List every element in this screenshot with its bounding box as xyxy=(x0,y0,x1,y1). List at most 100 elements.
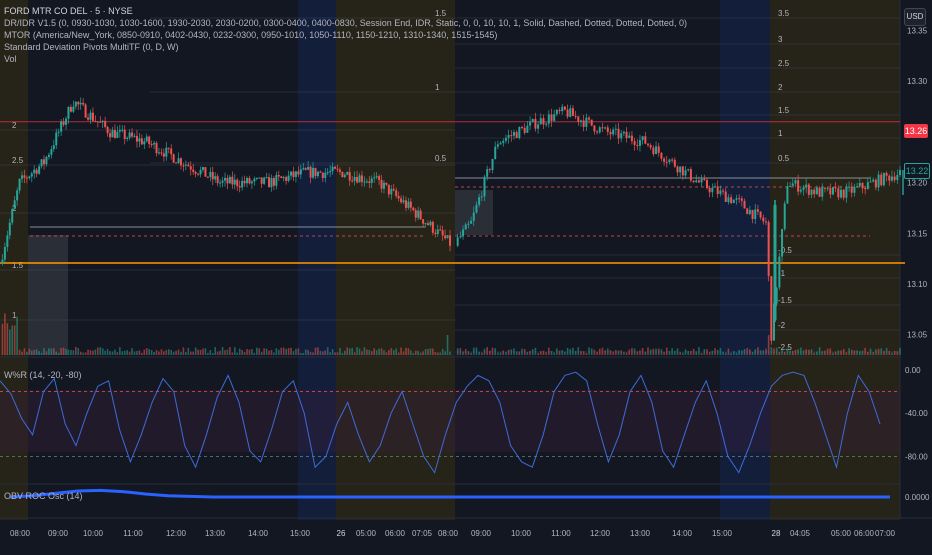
candle-body xyxy=(417,210,420,218)
candle-body xyxy=(268,177,271,188)
candle-body xyxy=(33,169,36,174)
candle-body xyxy=(277,175,280,177)
candle-body xyxy=(275,175,278,186)
volume-bar xyxy=(773,348,775,355)
candle-body xyxy=(853,186,856,193)
std-level-label: 1.5 xyxy=(778,106,790,115)
candle-body xyxy=(422,219,425,224)
candle-body xyxy=(314,167,317,177)
volume-bar xyxy=(558,350,561,355)
chart-canvas[interactable]: 22.521.511.510.53.532.521.510.5-0.5-1-1.… xyxy=(0,0,932,550)
volume-bar xyxy=(464,349,467,355)
candle-body xyxy=(172,154,175,163)
candle-body xyxy=(601,127,604,129)
candle-body xyxy=(412,207,415,211)
volume-bar xyxy=(853,350,856,355)
candle-body xyxy=(111,129,114,138)
price-axis-label: 13.20 xyxy=(907,179,928,188)
candle-body xyxy=(292,171,295,177)
candle-body xyxy=(228,176,231,184)
volume-bar xyxy=(231,352,234,355)
volume-bar xyxy=(439,352,442,355)
candle-body xyxy=(439,229,442,231)
volume-bar xyxy=(344,350,346,355)
candle-body xyxy=(826,188,829,190)
wr-pane-label[interactable]: W%R (14, -20, -80) xyxy=(4,370,82,380)
currency-button[interactable]: USD xyxy=(904,8,926,26)
volume-bar xyxy=(226,349,229,355)
volume-bar xyxy=(427,349,429,355)
current-price-tag: 13.22 xyxy=(904,163,930,179)
volume-bar xyxy=(405,347,407,355)
volume-bar xyxy=(767,335,770,355)
price-axis-label: 13.35 xyxy=(907,26,928,35)
volume-bar xyxy=(55,351,58,355)
volume-bar xyxy=(574,350,577,355)
candle-body xyxy=(553,114,556,121)
volume-bar xyxy=(593,349,596,355)
candle-body xyxy=(494,146,497,160)
candle-body xyxy=(182,165,185,167)
candle-body xyxy=(167,147,170,149)
volume-bar xyxy=(368,349,371,355)
candle-body xyxy=(874,179,877,188)
volume-bar xyxy=(786,348,789,355)
volume-bar xyxy=(385,352,388,355)
volume-bar xyxy=(644,351,647,355)
volume-bar xyxy=(216,351,219,355)
volume-bar xyxy=(548,347,550,355)
candle-body xyxy=(614,128,617,130)
candle-body xyxy=(596,131,599,133)
candle-body xyxy=(470,220,473,224)
candle-body xyxy=(312,167,315,178)
candle-body xyxy=(786,186,789,204)
obv-pane-label[interactable]: OBV ROC Osc (14) xyxy=(4,491,83,501)
volume-bar xyxy=(292,351,295,355)
candle-body xyxy=(392,188,395,191)
volume-bar xyxy=(655,348,657,355)
volume-bar xyxy=(251,349,253,355)
candle-body xyxy=(561,106,564,112)
indicator-mtor[interactable]: MTOR (America/New_York, 0850-0910, 0402-… xyxy=(4,29,687,41)
volume-bar xyxy=(896,351,899,355)
volume-bar xyxy=(875,349,877,355)
indicator-std-pivots[interactable]: Standard Deviation Pivots MultiTF (0, D,… xyxy=(4,41,687,53)
candle-body xyxy=(604,127,607,129)
std-level-label: 1 xyxy=(12,311,17,320)
volume-bar xyxy=(260,351,263,355)
candle-body xyxy=(488,169,491,171)
volume-bar xyxy=(899,347,901,355)
candle-body xyxy=(823,187,826,189)
volume-bar xyxy=(72,350,75,355)
volume-bar xyxy=(891,352,893,355)
candle-body xyxy=(419,210,422,220)
volume-bar xyxy=(663,351,665,355)
volume-bar xyxy=(79,351,82,355)
candle-body xyxy=(794,180,797,184)
volume-bar xyxy=(727,348,730,355)
candle-body xyxy=(593,125,596,132)
candle-body xyxy=(467,223,470,225)
volume-bar xyxy=(429,348,432,355)
volume-bar xyxy=(550,350,553,355)
volume-bar xyxy=(214,347,217,355)
candle-body xyxy=(899,169,901,176)
volume-bar xyxy=(749,349,751,355)
candle-body xyxy=(363,181,366,183)
volume-bar xyxy=(687,350,690,355)
volume-bar xyxy=(660,349,663,355)
volume-bar xyxy=(84,352,87,355)
time-axis-label: 10:00 xyxy=(511,529,532,538)
volume-bar xyxy=(224,350,226,355)
volume-bar xyxy=(422,351,424,355)
candle-body xyxy=(555,109,558,115)
indicator-volume[interactable]: Vol xyxy=(4,53,687,65)
indicator-dr-idr[interactable]: DR/IDR V1.5 (0, 0930-1030, 1030-1600, 19… xyxy=(4,17,687,29)
volume-bar xyxy=(65,349,67,355)
trading-chart[interactable]: 22.521.511.510.53.532.521.510.5-0.5-1-1.… xyxy=(0,0,932,550)
candle-body xyxy=(243,180,246,184)
symbol-title[interactable]: FORD MTR CO DEL · 5 · NYSE xyxy=(4,5,687,17)
candle-body xyxy=(711,187,714,193)
volume-bar xyxy=(676,348,679,355)
volume-bar xyxy=(510,349,513,355)
